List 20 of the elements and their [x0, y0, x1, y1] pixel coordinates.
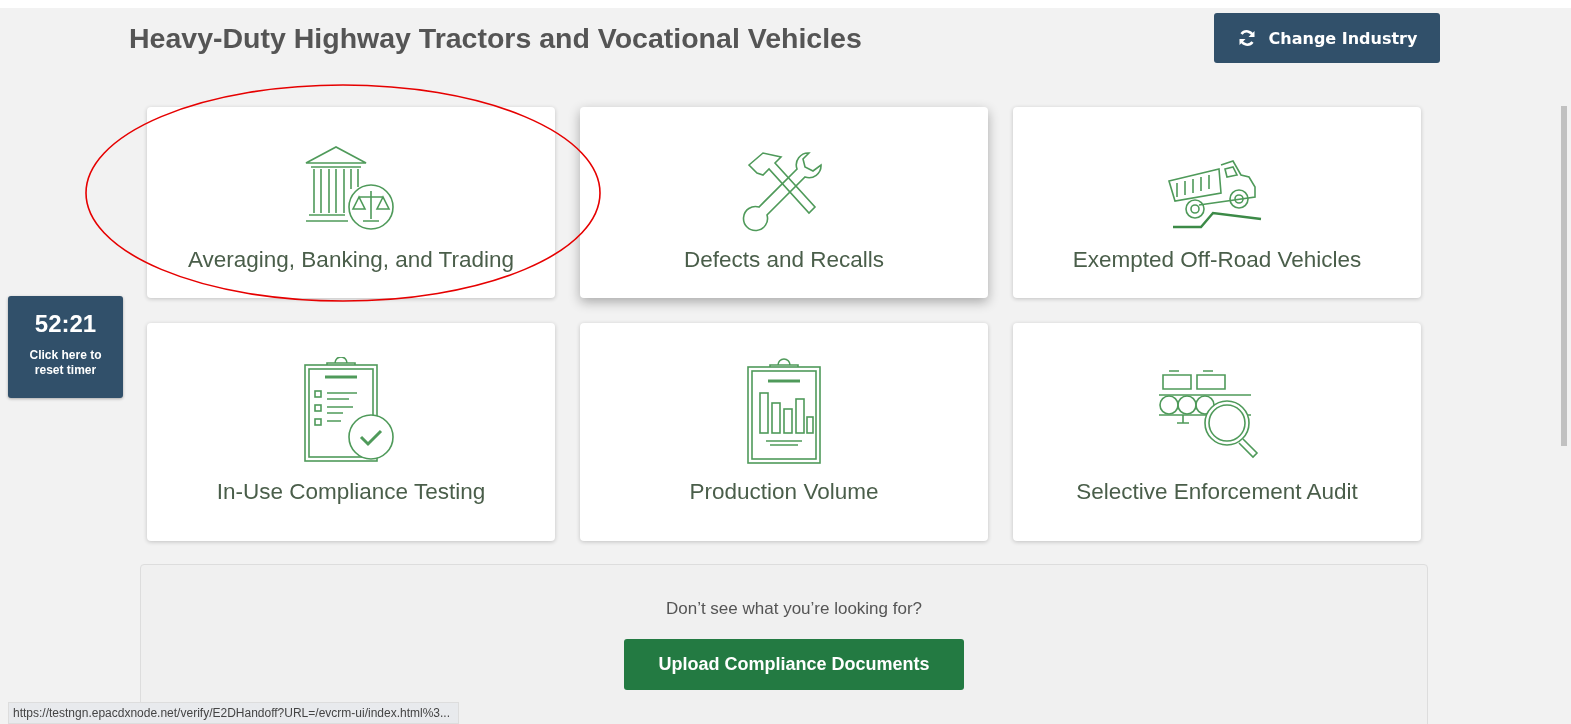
session-timer-button[interactable]: 52:21 Click here to reset timer [8, 296, 123, 398]
scrollbar-thumb[interactable] [1561, 106, 1567, 446]
clipboard-bar-chart-icon [744, 357, 824, 467]
category-card[interactable]: Averaging, Banking, and Trading [147, 107, 555, 298]
card-label: Defects and Recalls [683, 247, 885, 273]
change-industry-button[interactable]: Change Industry [1214, 13, 1440, 63]
category-card[interactable]: Production Volume [580, 323, 988, 541]
card-label: Exempted Off-Road Vehicles [1072, 247, 1362, 273]
category-card[interactable]: Exempted Off-Road Vehicles [1013, 107, 1421, 298]
category-card[interactable]: Defects and Recalls [580, 107, 988, 298]
page-title: Heavy-Duty Highway Tractors and Vocational Vehicles [129, 21, 862, 55]
card-label: In-Use Compliance Testing [216, 479, 486, 505]
category-card[interactable]: In-Use Compliance Testing [147, 323, 555, 541]
category-card[interactable]: Selective Enforcement Audit [1013, 323, 1421, 541]
card-label: Averaging, Banking, and Trading [187, 247, 515, 273]
card-label: Selective Enforcement Audit [1076, 479, 1358, 505]
upload-documents-button[interactable]: Upload Compliance Documents [624, 639, 964, 690]
status-bar-url: https://testngn.epacdxnode.net/verify/E2DHandoff?URL=/evcrm-ui/index.html%3... [8, 702, 459, 724]
card-label: Production Volume [689, 479, 879, 505]
help-text: Don’t see what you’re looking for? [665, 599, 923, 619]
